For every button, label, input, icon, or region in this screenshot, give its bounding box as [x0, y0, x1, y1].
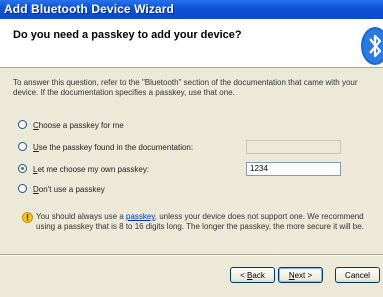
radio-no-passkey[interactable]: [18, 184, 27, 194]
back-label: ack: [252, 271, 265, 280]
passkey-note: You should always use a passkey, unless …: [22, 212, 376, 232]
radio-choose-for-me[interactable]: [18, 120, 27, 130]
option-label: et me choose my own passkey:: [37, 165, 150, 174]
radio-documentation-passkey[interactable]: [18, 142, 27, 152]
back-button[interactable]: < Back: [230, 267, 275, 283]
bluetooth-icon: [361, 27, 383, 65]
wizard-header: Do you need a passkey to add your device…: [0, 19, 383, 68]
option-documentation-passkey[interactable]: Use the passkey found in the documentati…: [18, 142, 193, 154]
option-no-passkey[interactable]: Don't use a passkey: [18, 184, 105, 196]
back-arrow: <: [240, 271, 248, 280]
title-bar[interactable]: Add Bluetooth Device Wizard: [0, 0, 383, 19]
intro-text: To answer this question, refer to the "B…: [13, 78, 358, 97]
cancel-button[interactable]: Cancel: [335, 267, 380, 283]
next-button[interactable]: Next >: [278, 267, 323, 283]
window-title: Add Bluetooth Device Wizard: [4, 2, 174, 16]
passkey-link[interactable]: passkey: [126, 212, 155, 221]
wizard-body: To answer this question, refer to the "B…: [0, 68, 383, 297]
next-label: ext >: [294, 271, 313, 280]
note-text: You should always use a: [36, 212, 126, 221]
button-separator: [0, 254, 383, 256]
radio-own-passkey[interactable]: [18, 164, 27, 174]
option-label: hoose a passkey for me: [38, 121, 124, 130]
option-choose-for-me[interactable]: Choose a passkey for me: [18, 120, 124, 132]
option-label: se the passkey found in the documentatio…: [38, 143, 194, 152]
page-question: Do you need a passkey to add your device…: [13, 29, 242, 41]
option-own-passkey[interactable]: Let me choose my own passkey:: [18, 164, 149, 176]
documentation-passkey-field[interactable]: [246, 140, 341, 154]
option-label: on't use a passkey: [38, 185, 105, 194]
own-passkey-field[interactable]: 1234: [246, 162, 341, 176]
